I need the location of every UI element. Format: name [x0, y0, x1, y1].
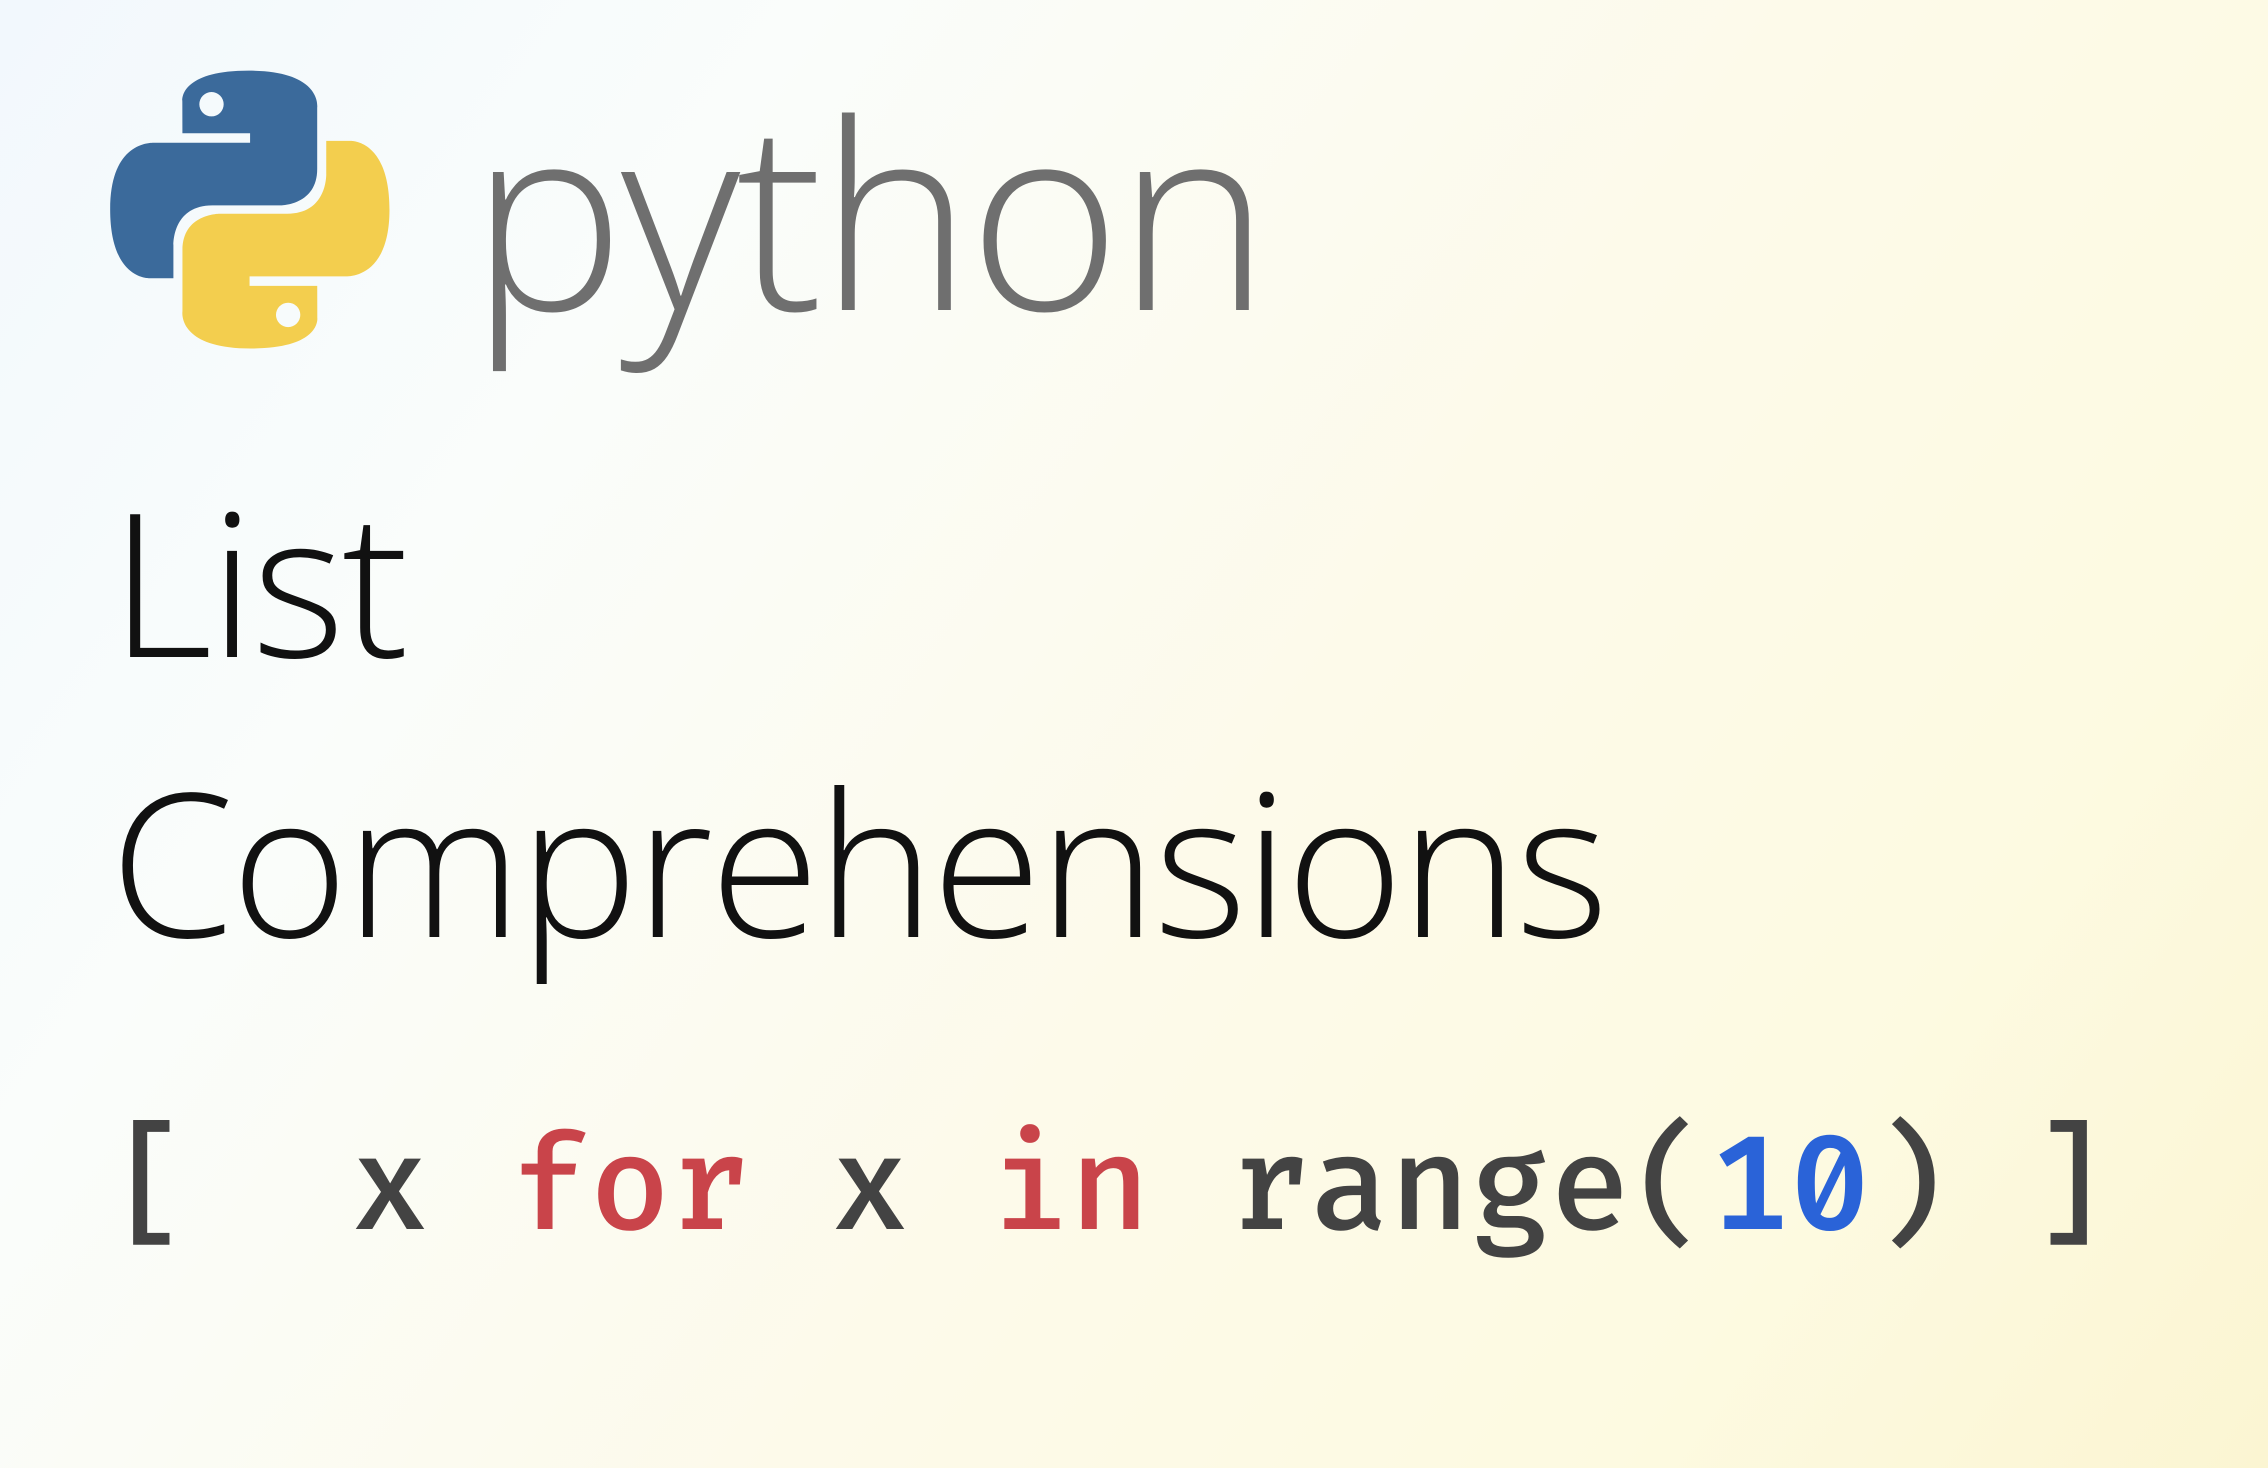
code-number: 10: [1710, 1110, 1870, 1270]
code-func-range: range: [1230, 1110, 1630, 1270]
code-open-paren: (: [1630, 1110, 1710, 1270]
python-wordmark: python: [470, 80, 1267, 340]
code-rbracket: ]: [2030, 1110, 2110, 1270]
code-lbracket: [: [110, 1110, 190, 1270]
slide-title: List Comprehensions: [110, 440, 2268, 1000]
header: python: [0, 0, 2268, 350]
python-logo-icon: [110, 70, 390, 350]
title-line-2: Comprehensions: [110, 720, 2268, 1000]
code-close-paren: ): [1870, 1110, 1950, 1270]
title-line-1: List: [110, 440, 2268, 720]
code-keyword-in: in: [990, 1110, 1150, 1270]
code-example: [ x for x in range(10) ]: [110, 1110, 2268, 1270]
code-loop-var: x: [830, 1110, 910, 1270]
code-expr-var: x: [350, 1110, 430, 1270]
code-keyword-for: for: [510, 1110, 750, 1270]
